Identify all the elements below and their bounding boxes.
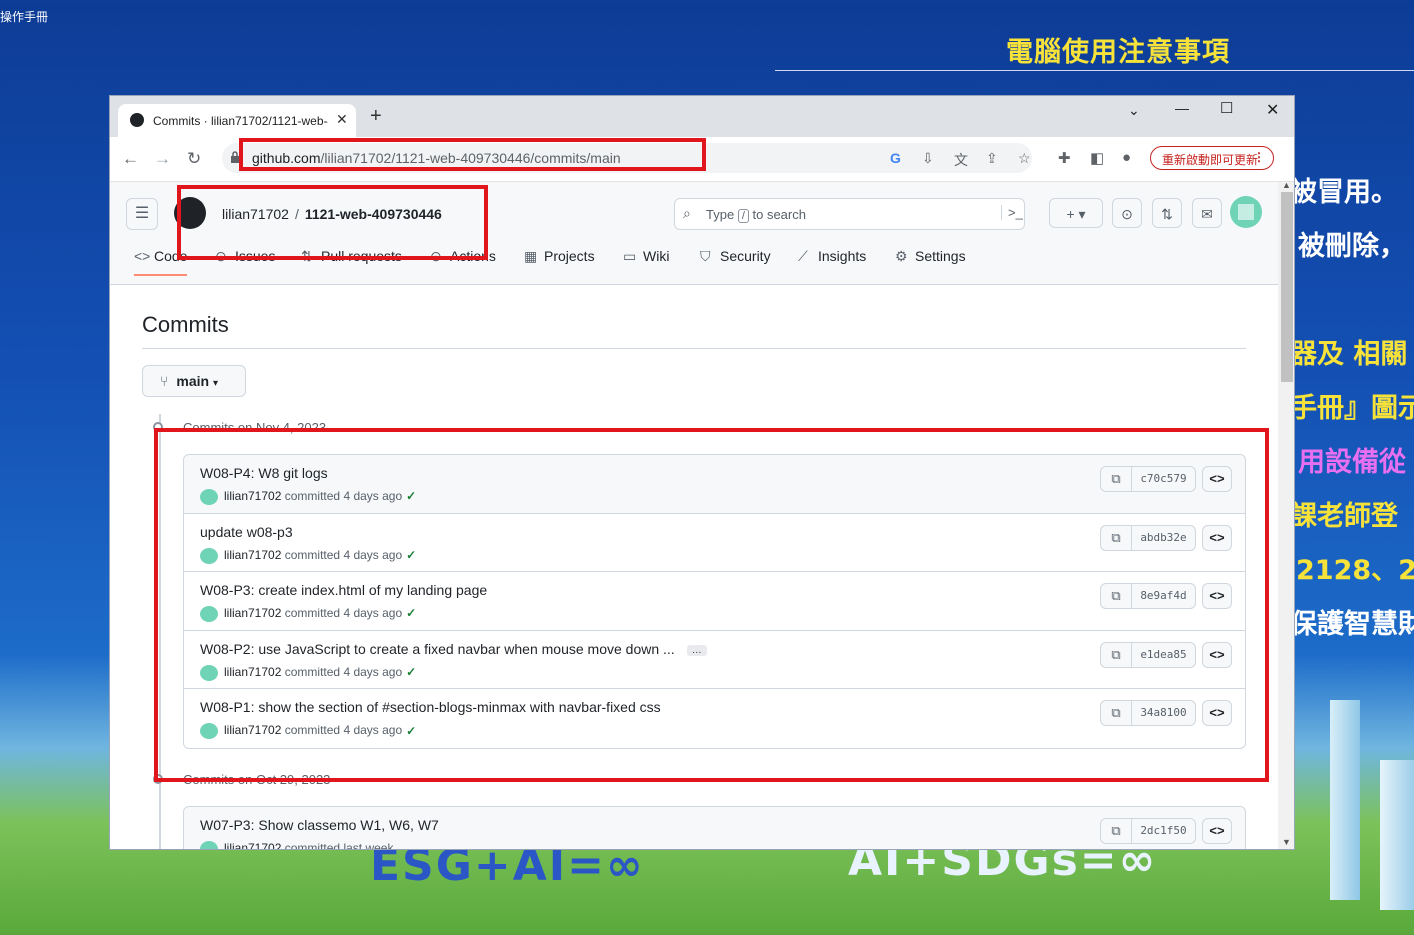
side-panel-icon[interactable]: ◧ bbox=[1090, 149, 1104, 167]
annotation-box-commits bbox=[154, 428, 1269, 782]
caret-down-icon: ▾ bbox=[212, 378, 219, 389]
scrollbar-thumb[interactable] bbox=[1281, 192, 1293, 382]
create-new-button[interactable]: + ▾ bbox=[1049, 198, 1103, 228]
bookmark-star-icon[interactable]: ☆ bbox=[1018, 150, 1031, 167]
desktop-side-text-2: 被刪除， bbox=[1298, 231, 1406, 262]
commit-sha-button[interactable]: 2dc1f50 bbox=[1131, 818, 1196, 844]
commit-message-link[interactable]: W07-P3: Show classemo W1, W6, W7 bbox=[200, 817, 439, 833]
scroll-up-icon[interactable]: ▲ bbox=[1282, 180, 1291, 190]
commit-action: committed bbox=[284, 841, 341, 850]
command-palette-icon[interactable]: >_ bbox=[1001, 205, 1023, 220]
close-window-icon[interactable]: ✕ bbox=[1266, 100, 1279, 120]
commit-row: W07-P3: Show classemo W1, W6, W7 lilian7… bbox=[184, 807, 1245, 850]
extensions-icon[interactable]: ✚ bbox=[1058, 149, 1071, 167]
desktop-side-text-6: 課老師登 bbox=[1290, 501, 1398, 532]
tab-search-chevron-icon[interactable]: ⌄ bbox=[1128, 102, 1140, 119]
shield-icon: ⛉ bbox=[700, 248, 711, 264]
hamburger-menu-icon[interactable]: ☰ bbox=[126, 198, 158, 230]
projects-icon: ▦ bbox=[524, 248, 538, 264]
desktop-side-text-3: 器及 相關 bbox=[1290, 339, 1408, 370]
issues-icon[interactable]: ⊙ bbox=[1112, 198, 1142, 228]
desktop-side-text-5: 用設備從 bbox=[1298, 447, 1406, 478]
tab-label: Wiki bbox=[643, 248, 670, 264]
annotation-box-repo bbox=[177, 185, 488, 260]
desktop-shortcut-label[interactable]: 操作手冊 bbox=[0, 8, 48, 25]
inbox-icon[interactable]: ✉ bbox=[1192, 198, 1222, 228]
desktop-side-text-7: 2128、28 bbox=[1296, 555, 1414, 586]
translate-icon[interactable]: 文 bbox=[954, 150, 968, 170]
branch-icon: ⑂ bbox=[160, 373, 169, 389]
graph-icon: ⟋ bbox=[798, 248, 808, 264]
building-illustration bbox=[1380, 760, 1414, 910]
restart-label: 重新啟動即可更新 bbox=[1162, 153, 1259, 167]
copy-sha-icon[interactable]: ⧉ bbox=[1100, 818, 1132, 844]
gear-icon: ⚙ bbox=[895, 248, 908, 264]
desktop-divider bbox=[775, 70, 1414, 71]
branch-name: main bbox=[176, 373, 210, 389]
user-avatar[interactable] bbox=[1230, 196, 1262, 228]
maximize-icon[interactable]: ☐ bbox=[1220, 99, 1233, 117]
new-tab-icon[interactable]: + bbox=[370, 105, 382, 128]
commit-list: W07-P3: Show classemo W1, W6, W7 lilian7… bbox=[183, 806, 1246, 850]
page-scrollbar[interactable]: ▲ ▼ bbox=[1278, 180, 1294, 849]
restart-update-button[interactable]: 重新啟動即可更新 ⋮ bbox=[1150, 146, 1274, 170]
branch-selector-button[interactable]: ⑂ main ▾ bbox=[142, 365, 246, 397]
github-favicon-icon bbox=[130, 113, 144, 127]
tab-settings[interactable]: ⚙ Settings bbox=[895, 248, 966, 265]
search-input[interactable]: ⌕ Type / to search >_ bbox=[674, 198, 1025, 230]
more-menu-icon[interactable]: ⋮ bbox=[1253, 150, 1265, 164]
commit-time: last week bbox=[343, 841, 394, 850]
author-avatar[interactable] bbox=[200, 841, 218, 849]
code-icon: <> bbox=[134, 248, 151, 264]
annotation-box-url bbox=[239, 138, 706, 171]
google-lens-icon[interactable]: G bbox=[890, 150, 901, 166]
desktop-side-text-8: 保護智慧財 bbox=[1290, 609, 1414, 640]
divider bbox=[142, 348, 1246, 349]
search-placeholder-suffix: to search bbox=[752, 207, 806, 222]
install-icon[interactable]: ⇩ bbox=[922, 150, 934, 167]
scroll-down-icon[interactable]: ▼ bbox=[1282, 837, 1291, 847]
tab-bar: Commits · lilian71702/1121-web-409730446… bbox=[110, 96, 1294, 137]
profile-icon[interactable]: ● bbox=[1122, 149, 1131, 166]
reload-icon[interactable]: ↻ bbox=[187, 149, 201, 169]
browse-repo-code-icon[interactable]: <> bbox=[1202, 818, 1232, 844]
forward-icon[interactable]: → bbox=[154, 149, 171, 169]
close-tab-icon[interactable]: ✕ bbox=[336, 111, 348, 128]
search-placeholder: Type / to search bbox=[706, 207, 806, 223]
search-shortcut-key: / bbox=[737, 209, 749, 223]
tab-label: Insights bbox=[818, 248, 867, 264]
pull-requests-icon[interactable]: ⇅ bbox=[1152, 198, 1182, 228]
tab-title: Commits · lilian71702/1121-web-409730446 bbox=[153, 114, 328, 128]
page-title: Commits bbox=[142, 312, 229, 337]
commit-meta: lilian71702 committed last week bbox=[200, 841, 394, 850]
share-icon[interactable]: ⇪ bbox=[986, 150, 998, 167]
tab-label: Settings bbox=[915, 248, 966, 264]
building-illustration bbox=[1330, 700, 1360, 900]
tab-wiki[interactable]: ▭ Wiki bbox=[623, 248, 669, 265]
tab-insights[interactable]: ⟋ Insights bbox=[798, 248, 866, 265]
tab-label: Security bbox=[720, 248, 771, 264]
desktop-slide-title: 電腦使用注意事項 bbox=[1006, 37, 1230, 68]
tab-security[interactable]: ⛉ Security bbox=[700, 248, 771, 265]
tab-projects[interactable]: ▦ Projects bbox=[524, 248, 595, 265]
wiki-icon: ▭ bbox=[623, 248, 637, 264]
minimize-icon[interactable]: — bbox=[1175, 100, 1189, 116]
search-icon: ⌕ bbox=[683, 205, 691, 221]
desktop-side-text-1: 被冒用。 bbox=[1290, 177, 1398, 208]
search-placeholder-prefix: Type bbox=[706, 207, 735, 222]
desktop-side-text-4: 手冊』圖示 bbox=[1290, 393, 1414, 424]
commit-author-link[interactable]: lilian71702 bbox=[224, 841, 281, 849]
tab-label: Projects bbox=[544, 248, 595, 264]
back-icon[interactable]: ← bbox=[122, 149, 139, 169]
browser-tab[interactable]: Commits · lilian71702/1121-web-409730446… bbox=[118, 104, 356, 137]
